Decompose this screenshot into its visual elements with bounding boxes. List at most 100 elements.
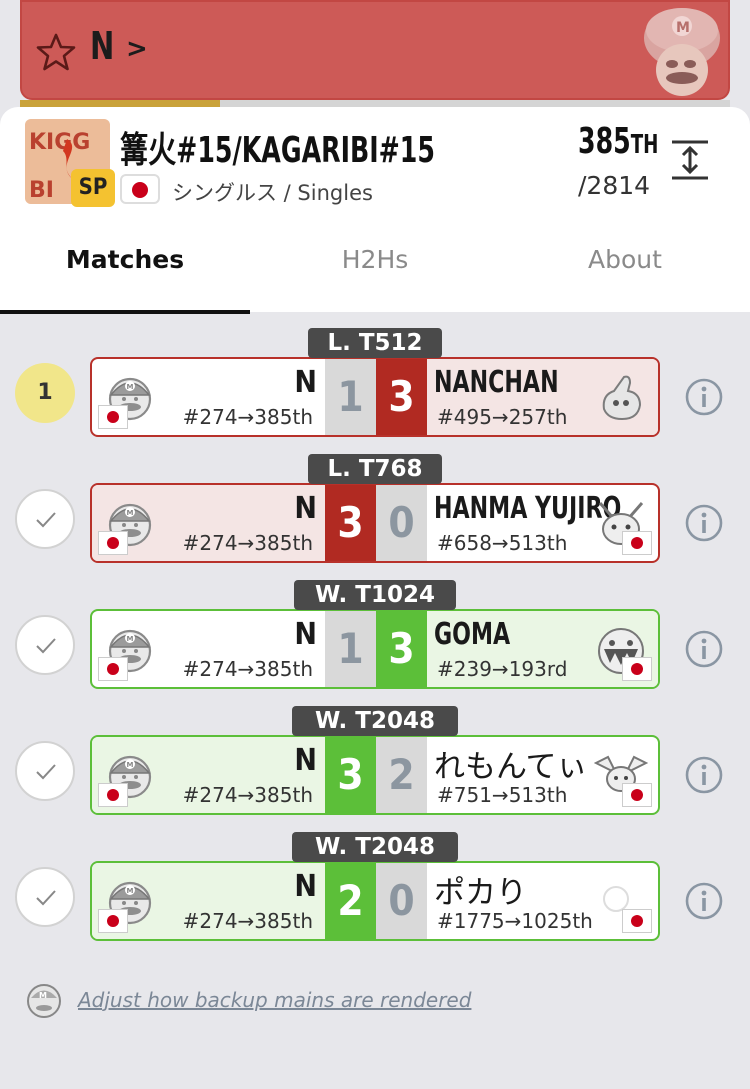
match-card[interactable]: M N #274→385th 3 0 HANMA YUJIRO #658→513th: [90, 483, 660, 563]
match-row[interactable]: M N #274→385th 2 0 ポカり #1775→1025th W. T2048: [0, 832, 750, 958]
left-score: 3: [325, 737, 376, 813]
left-player-seed: #274→385th: [182, 405, 313, 429]
right-score: 0: [376, 863, 427, 939]
left-player-name: N: [294, 491, 317, 526]
match-row[interactable]: 1 M N #274→385th 1 3 NANCHAN #495→257th L. T512: [0, 328, 750, 454]
right-player-seed: #495→257th: [437, 405, 568, 429]
svg-text:BI: BI: [29, 178, 54, 203]
japan-flag-icon: [622, 909, 652, 933]
completed-check-icon: [15, 867, 75, 927]
left-player: M N #274→385th: [92, 863, 325, 939]
round-label: W. T1024: [294, 580, 456, 610]
round-label: W. T2048: [292, 706, 458, 736]
right-player: ポカり #1775→1025th: [427, 863, 658, 939]
left-score: 1: [325, 359, 376, 435]
svg-text:M: M: [39, 991, 47, 1000]
japan-flag-icon: [622, 657, 652, 681]
right-player-seed: #239→193rd: [437, 657, 568, 681]
svg-text:M: M: [127, 383, 134, 391]
tournament-title: 篝火#15/KAGARIBI#15: [120, 130, 435, 171]
mario-avatar-icon: M: [644, 8, 720, 96]
backup-mains-link[interactable]: Adjust how backup mains are rendered: [78, 988, 471, 1012]
japan-flag-icon: [98, 783, 128, 807]
match-row[interactable]: M N #274→385th 1 3 GOMA #239→193rd W. T1024: [0, 580, 750, 706]
completed-check-icon: [15, 615, 75, 675]
left-player-name: N: [294, 869, 317, 904]
left-player-seed: #274→385th: [182, 783, 313, 807]
right-player-name: GOMA: [434, 617, 511, 652]
left-player: M N #274→385th: [92, 485, 325, 561]
svg-text:M: M: [676, 20, 690, 36]
japan-flag-icon: [120, 174, 160, 204]
svg-text:M: M: [127, 887, 134, 895]
match-card[interactable]: M N #274→385th 1 3 NANCHAN #495→257th: [90, 357, 660, 437]
right-player: GOMA #239→193rd: [427, 611, 658, 687]
japan-flag-icon: [98, 909, 128, 933]
match-card[interactable]: M N #274→385th 2 0 ポカり #1775→1025th: [90, 861, 660, 941]
match-row[interactable]: M N #274→385th 3 0 HANMA YUJIRO #658→513th L. T…: [0, 454, 750, 580]
japan-flag-icon: [98, 531, 128, 555]
left-player-seed: #274→385th: [182, 657, 313, 681]
tab-about[interactable]: About: [500, 245, 750, 274]
left-score: 2: [325, 863, 376, 939]
right-score: 3: [376, 359, 427, 435]
right-player: NANCHAN #495→257th: [427, 359, 658, 435]
right-player-name: ポカり: [434, 875, 527, 911]
left-score: 1: [325, 611, 376, 687]
left-score: 3: [325, 485, 376, 561]
tab-matches[interactable]: Matches: [0, 245, 250, 274]
right-player: HANMA YUJIRO #658→513th: [427, 485, 658, 561]
right-score: 0: [376, 485, 427, 561]
left-player-seed: #274→385th: [182, 909, 313, 933]
right-player: れもんてぃ #751→513th: [427, 737, 658, 813]
left-player-name: N: [294, 365, 317, 400]
round-label: L. T768: [308, 454, 442, 484]
right-player-seed: #1775→1025th: [437, 909, 593, 933]
expand-icon[interactable]: [670, 139, 710, 181]
tournament-card: KIGG BI SP 篝火#15/KAGARIBI#15 シングルス / Sin…: [0, 107, 750, 314]
right-score: 2: [376, 737, 427, 813]
svg-text:M: M: [127, 761, 134, 769]
round-label: L. T512: [308, 328, 442, 358]
player-name: N: [90, 24, 115, 68]
right-player-seed: #658→513th: [437, 531, 568, 555]
active-tab-indicator: [0, 310, 250, 314]
svg-text:M: M: [127, 635, 134, 643]
entrant-count: /2814: [578, 171, 651, 200]
tab-h2hs[interactable]: H2Hs: [250, 245, 500, 274]
info-icon[interactable]: [684, 377, 724, 417]
left-player: M N #274→385th: [92, 359, 325, 435]
player-header-bar[interactable]: N > M: [20, 0, 730, 100]
info-icon[interactable]: [684, 755, 724, 795]
match-card[interactable]: M N #274→385th 1 3 GOMA #239→193rd: [90, 609, 660, 689]
svg-text:M: M: [127, 509, 134, 517]
right-score: 3: [376, 611, 427, 687]
right-player-seed: #751→513th: [437, 783, 568, 807]
chevron-right-icon: >: [126, 34, 148, 64]
left-player-name: N: [294, 617, 317, 652]
left-player: M N #274→385th: [92, 737, 325, 813]
left-player: M N #274→385th: [92, 611, 325, 687]
completed-check-icon: [15, 489, 75, 549]
svg-text:KIGG: KIGG: [29, 130, 90, 155]
japan-flag-icon: [622, 783, 652, 807]
mario-small-icon: M: [27, 984, 61, 1018]
round-label: W. T2048: [292, 832, 458, 862]
placement: 385TH: [578, 121, 659, 162]
info-icon[interactable]: [684, 881, 724, 921]
match-card[interactable]: M N #274→385th 3 2 れもんてぃ #751→513th: [90, 735, 660, 815]
japan-flag-icon: [98, 657, 128, 681]
star-icon[interactable]: [36, 32, 76, 72]
game-badge: SP: [71, 169, 115, 207]
right-player-name: れもんてぃ: [434, 749, 588, 785]
match-row[interactable]: M N #274→385th 3 2 れもんてぃ #751→513th W. T2048: [0, 706, 750, 832]
right-player-name: NANCHAN: [434, 365, 559, 400]
tab-bar: Matches H2Hs About: [0, 227, 750, 314]
info-icon[interactable]: [684, 503, 724, 543]
hand-character-icon: [602, 375, 642, 421]
left-player-seed: #274→385th: [182, 531, 313, 555]
left-player-name: N: [294, 743, 317, 778]
completed-check-icon: [15, 741, 75, 801]
info-icon[interactable]: [684, 629, 724, 669]
match-number-badge: 1: [15, 363, 75, 423]
